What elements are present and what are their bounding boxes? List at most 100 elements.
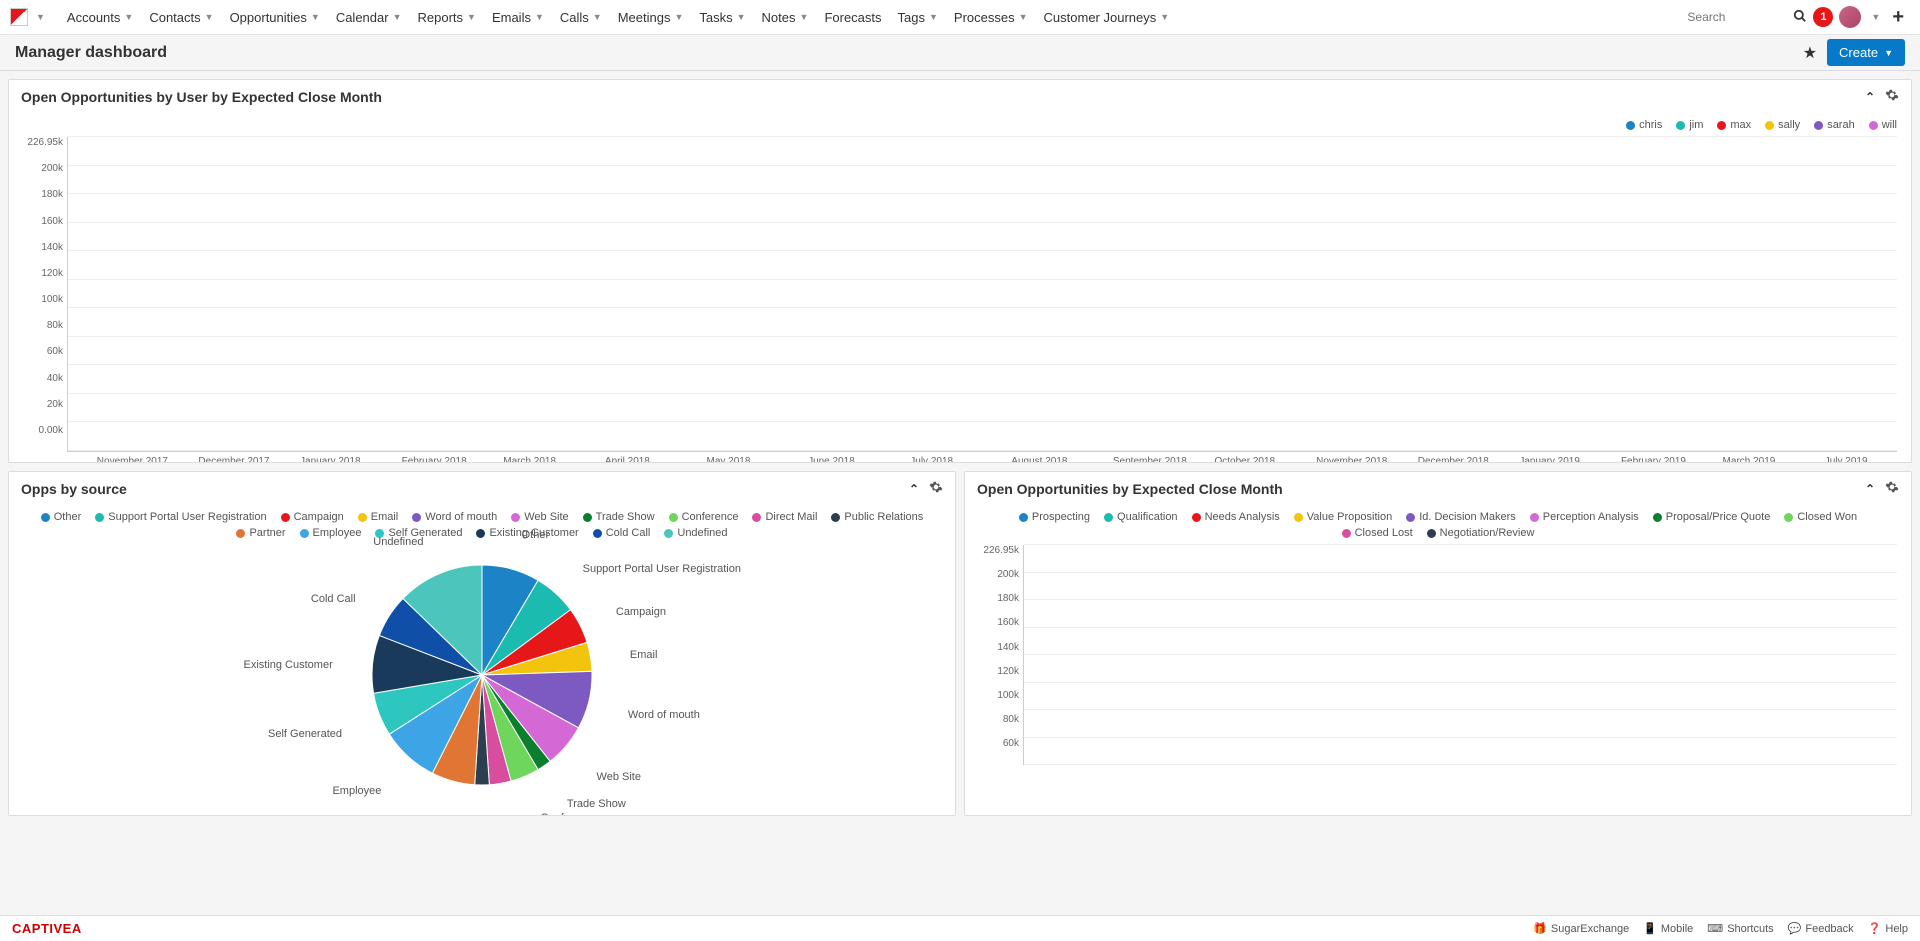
nav-item-forecasts[interactable]: Forecasts [816, 0, 889, 34]
nav-item-processes[interactable]: Processes▼ [946, 0, 1036, 34]
chart-open-opps-by-month: 226.95k200k180k160k140k120k100k80k60k [979, 545, 1897, 765]
page-title: Manager dashboard [15, 44, 167, 62]
nav-item-notes[interactable]: Notes▼ [754, 0, 817, 34]
gear-icon[interactable] [1885, 88, 1899, 105]
avatar[interactable] [1839, 6, 1861, 28]
create-button[interactable]: Create ▼ [1827, 39, 1905, 66]
chevron-down-icon: ▼ [535, 12, 544, 22]
logo-cube-icon[interactable] [10, 8, 28, 26]
pie-slice-label: Email [630, 649, 658, 661]
pie-slice-label: Trade Show [567, 798, 626, 810]
collapse-icon[interactable]: ⌃ [1865, 90, 1875, 104]
chevron-down-icon: ▼ [124, 12, 133, 22]
pie-slice-label: Cold Call [311, 593, 356, 605]
chart-open-opps-by-user: 226.95k200k180k160k140k120k100k80k60k40k… [23, 137, 1897, 452]
footer-link-help[interactable]: ❓ Help [1868, 922, 1908, 935]
panel-title: Open Opportunities by User by Expected C… [21, 89, 382, 105]
nav-item-calendar[interactable]: Calendar▼ [328, 0, 410, 34]
nav-item-meetings[interactable]: Meetings▼ [610, 0, 692, 34]
pie-slice-label: Self Generated [268, 728, 342, 740]
legend-item[interactable]: Email [358, 511, 399, 523]
legend-item[interactable]: Conference [669, 511, 739, 523]
nav-item-accounts[interactable]: Accounts▼ [59, 0, 141, 34]
legend-item[interactable]: Needs Analysis [1192, 511, 1280, 523]
chevron-down-icon: ▼ [929, 12, 938, 22]
panel-title: Open Opportunities by Expected Close Mon… [977, 481, 1283, 497]
legend-item[interactable]: chris [1626, 119, 1662, 131]
nav-item-customer-journeys[interactable]: Customer Journeys▼ [1036, 0, 1178, 34]
collapse-icon[interactable]: ⌃ [909, 482, 919, 496]
legend-item[interactable]: Negotiation/Review [1427, 527, 1535, 539]
footer-link-sugarexchange[interactable]: 🎁 SugarExchange [1533, 922, 1629, 935]
nav-item-reports[interactable]: Reports▼ [410, 0, 484, 34]
notification-badge[interactable]: 1 [1813, 7, 1833, 27]
nav-item-calls[interactable]: Calls▼ [552, 0, 610, 34]
legend-item[interactable]: Public Relations [831, 511, 923, 523]
chevron-down-icon: ▼ [311, 12, 320, 22]
top-nav: ▼ Accounts▼Contacts▼Opportunities▼Calend… [0, 0, 1920, 35]
legend-item[interactable]: Closed Won [1784, 511, 1857, 523]
chevron-down-icon: ▼ [800, 12, 809, 22]
gear-icon[interactable] [929, 480, 943, 497]
nav-item-tasks[interactable]: Tasks▼ [691, 0, 753, 34]
pie-slice-label: Undefined [373, 536, 423, 548]
legend-item[interactable]: max [1717, 119, 1751, 131]
pie-slice-label: Existing Customer [243, 659, 332, 671]
legend-item[interactable]: Proposal/Price Quote [1653, 511, 1771, 523]
legend-item[interactable]: Word of mouth [412, 511, 497, 523]
footer-logo: CAPTIVEA [12, 921, 82, 936]
legend-item[interactable]: Undefined [664, 527, 727, 539]
legend-item[interactable]: Trade Show [583, 511, 655, 523]
search-icon[interactable] [1793, 9, 1807, 26]
footer-link-feedback[interactable]: 💬 Feedback [1788, 922, 1854, 935]
collapse-icon[interactable]: ⌃ [1865, 482, 1875, 496]
pie-slice-label: Word of mouth [628, 709, 700, 721]
footer-link-mobile[interactable]: 📱 Mobile [1643, 922, 1693, 935]
nav-item-contacts[interactable]: Contacts▼ [141, 0, 221, 34]
legend-item[interactable]: jim [1676, 119, 1703, 131]
nav-item-emails[interactable]: Emails▼ [484, 0, 552, 34]
gear-icon[interactable] [1885, 480, 1899, 497]
legend-item[interactable]: Partner [236, 527, 285, 539]
panel-open-opps-by-month: Open Opportunities by Expected Close Mon… [964, 471, 1912, 816]
panel-opps-by-source: Opps by source ⌃ OtherSupport Portal Use… [8, 471, 956, 816]
chevron-down-icon: ▼ [393, 12, 402, 22]
chart-opps-by-source: OtherSupport Portal User RegistrationCam… [23, 555, 941, 805]
chevron-down-icon: ▼ [205, 12, 214, 22]
avatar-caret-icon[interactable]: ▼ [1871, 12, 1880, 22]
pie-slice-label: Other [522, 529, 550, 541]
legend-item[interactable]: sarah [1814, 119, 1855, 131]
legend-item[interactable]: will [1869, 119, 1897, 131]
chevron-down-icon: ▼ [674, 12, 683, 22]
legend-item[interactable]: Other [41, 511, 82, 523]
panel-open-opps-by-user: Open Opportunities by User by Expected C… [8, 79, 1912, 463]
quick-create-button[interactable]: + [1886, 6, 1910, 29]
pie-slice-label: Web Site [597, 771, 641, 783]
nav-item-opportunities[interactable]: Opportunities▼ [222, 0, 328, 34]
chevron-down-icon: ▼ [593, 12, 602, 22]
panel-title: Opps by source [21, 481, 127, 497]
pie-slice-label: Campaign [616, 606, 666, 618]
legend-item[interactable]: Web Site [511, 511, 568, 523]
legend-item[interactable]: Id. Decision Makers [1406, 511, 1516, 523]
legend-item[interactable]: Closed Lost [1342, 527, 1413, 539]
star-icon[interactable]: ★ [1803, 43, 1817, 63]
footer: CAPTIVEA 🎁 SugarExchange 📱 Mobile ⌨ Shor… [0, 915, 1920, 941]
legend-item[interactable]: Employee [300, 527, 362, 539]
nav-item-tags[interactable]: Tags▼ [890, 0, 946, 34]
legend-item[interactable]: Support Portal User Registration [95, 511, 266, 523]
legend-item[interactable]: Qualification [1104, 511, 1178, 523]
logo-caret-icon[interactable]: ▼ [36, 12, 45, 22]
legend-item[interactable]: Perception Analysis [1530, 511, 1639, 523]
page-header: Manager dashboard ★ Create ▼ [0, 35, 1920, 71]
legend-item[interactable]: Value Proposition [1294, 511, 1392, 523]
legend-item[interactable]: sally [1765, 119, 1800, 131]
legend-item[interactable]: Cold Call [593, 527, 651, 539]
legend-item[interactable]: Direct Mail [752, 511, 817, 523]
footer-link-shortcuts[interactable]: ⌨ Shortcuts [1707, 922, 1773, 935]
legend-item[interactable]: Prospecting [1019, 511, 1090, 523]
search-input[interactable] [1687, 10, 1787, 24]
legend-item[interactable]: Campaign [281, 511, 344, 523]
chevron-down-icon: ▼ [1884, 48, 1893, 58]
pie-slice-label: Employee [332, 785, 381, 797]
